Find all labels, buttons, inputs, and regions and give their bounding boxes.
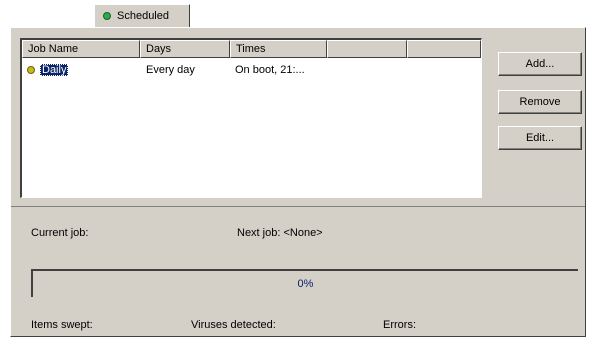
column-header-job-name[interactable]: Job Name [22,40,140,58]
remove-button-label: Remove [519,96,561,108]
scheduled-panel: Job Name Days Times Daily Every day On b… [10,27,586,337]
jobs-list[interactable]: Job Name Days Times Daily Every day On b… [20,38,482,198]
next-job-label: Next job: <None> [237,227,323,239]
job-times: On boot, 21:... [235,64,305,76]
scan-progress-bar: 0% [31,269,578,297]
edit-button-label: Edit... [525,132,555,144]
jobs-list-header: Job Name Days Times [22,40,481,58]
tab-scheduled[interactable]: Scheduled [94,4,190,27]
column-header-times[interactable]: Times [230,40,327,58]
column-header-empty[interactable] [327,40,407,58]
status-dot-icon [103,12,111,20]
progress-percent: 0% [297,278,314,290]
column-header-filler [407,40,481,58]
edit-button[interactable]: Edit... [498,126,582,150]
viruses-detected-label: Viruses detected: [191,319,276,331]
status-area: Current job: Next job: <None> 0% Items s… [11,206,585,336]
job-name: Daily [40,64,69,76]
errors-label: Errors: [383,319,416,331]
tab-label: Scheduled [117,10,169,22]
add-button[interactable]: Add... [498,52,582,76]
remove-button[interactable]: Remove [498,90,582,114]
column-header-days[interactable]: Days [140,40,230,58]
list-item[interactable]: Daily Every day On boot, 21:... [22,62,481,78]
job-days: Every day [146,64,195,76]
job-status-icon [27,66,35,74]
add-button-label: Add... [525,58,555,70]
items-swept-label: Items swept: [31,319,93,331]
current-job-label: Current job: [31,227,89,239]
job-name-cell: Daily [27,62,69,78]
